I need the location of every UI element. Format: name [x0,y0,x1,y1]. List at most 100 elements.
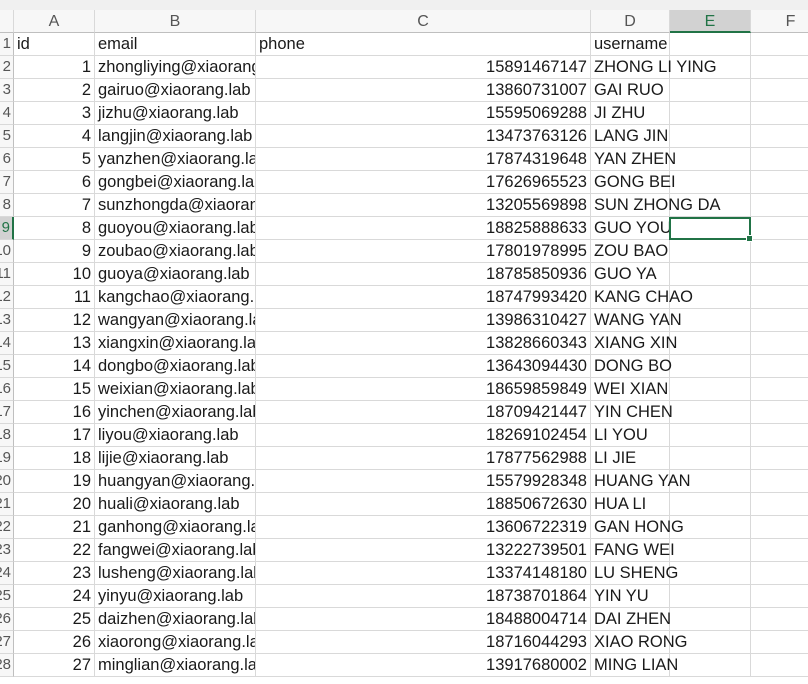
cell-email[interactable]: lusheng@xiaorang.lab [95,562,256,585]
cell-phone[interactable]: 13606722319 [256,516,591,539]
cell-username[interactable]: GAN HONG [591,516,684,539]
cell-username[interactable]: JI ZHU [591,102,670,125]
row-header[interactable]: 20 [0,470,14,493]
cell-id[interactable]: 18 [14,447,95,470]
column-header-e[interactable]: E [670,10,751,33]
cell-empty[interactable] [751,355,808,378]
cell-email[interactable]: zhongliying@xiaorang.lab [95,56,256,79]
cell-email[interactable]: gongbei@xiaorang.lab [95,171,256,194]
cell-id[interactable]: 26 [14,631,95,654]
row-header[interactable]: 4 [0,102,14,125]
cell-phone[interactable]: 13917680002 [256,654,591,677]
cell-empty[interactable] [751,79,808,102]
cell-empty[interactable] [670,240,751,263]
cell-email[interactable]: ganhong@xiaorang.lab [95,516,256,539]
cell-empty[interactable] [751,378,808,401]
cell-empty[interactable] [670,539,751,562]
cell-phone[interactable]: 17801978995 [256,240,591,263]
cell-phone[interactable]: 15595069288 [256,102,591,125]
cell-phone[interactable]: 15891467147 [256,56,591,79]
cell-email[interactable]: minglian@xiaorang.lab [95,654,256,677]
cell-phone[interactable]: 18659859849 [256,378,591,401]
row-header[interactable]: 15 [0,355,14,378]
cell-empty[interactable] [670,309,751,332]
cell-empty[interactable] [751,424,808,447]
cell-empty[interactable] [751,608,808,631]
cell-email[interactable]: xiaorong@xiaorang.lab [95,631,256,654]
row-header[interactable]: 28 [0,654,14,677]
cell-empty[interactable] [751,401,808,424]
cell-username[interactable]: LANG JIN [591,125,670,148]
cell-username[interactable]: KANG CHAO [591,286,693,309]
cell-id[interactable]: 6 [14,171,95,194]
cell-empty[interactable] [751,171,808,194]
cell-empty[interactable] [670,125,751,148]
cell-empty[interactable] [670,378,751,401]
cell-empty[interactable] [670,102,751,125]
row-header[interactable]: 1 [0,33,14,56]
cell-phone[interactable]: 13205569898 [256,194,591,217]
cell-empty[interactable] [670,263,751,286]
cell-username[interactable]: GAI RUO [591,79,670,102]
row-header[interactable]: 18 [0,424,14,447]
cell-id[interactable]: 25 [14,608,95,631]
cell-id[interactable]: 13 [14,332,95,355]
cell-username[interactable]: YAN ZHEN [591,148,676,171]
cell-username[interactable]: ZHONG LI YING [591,56,717,79]
cell-id[interactable]: 11 [14,286,95,309]
column-header-c[interactable]: C [256,10,591,33]
cell-empty[interactable] [751,516,808,539]
cell-empty[interactable] [670,332,751,355]
cell-id[interactable]: 12 [14,309,95,332]
cell-phone[interactable]: 18716044293 [256,631,591,654]
cell-username[interactable]: LI JIE [591,447,670,470]
cell-email[interactable]: zoubao@xiaorang.lab [95,240,256,263]
cell-e-header[interactable] [670,33,751,56]
cell-empty[interactable] [670,424,751,447]
cell-empty[interactable] [670,355,751,378]
cell-username[interactable]: HUA LI [591,493,670,516]
cell-username[interactable]: LI YOU [591,424,670,447]
cell-id-header[interactable]: id [14,33,95,56]
cell-username[interactable]: LU SHENG [591,562,678,585]
cell-empty[interactable] [751,194,808,217]
row-header[interactable]: 10 [0,240,14,263]
cell-email[interactable]: guoya@xiaorang.lab [95,263,256,286]
cell-phone[interactable]: 13860731007 [256,79,591,102]
cell-phone[interactable]: 18850672630 [256,493,591,516]
cell-empty[interactable] [751,447,808,470]
cell-id[interactable]: 22 [14,539,95,562]
row-header[interactable]: 17 [0,401,14,424]
cell-id[interactable]: 16 [14,401,95,424]
row-header[interactable]: 25 [0,585,14,608]
cell-phone[interactable]: 15579928348 [256,470,591,493]
cell-id[interactable]: 14 [14,355,95,378]
cell-id[interactable]: 23 [14,562,95,585]
row-header[interactable]: 12 [0,286,14,309]
cell-username[interactable]: DAI ZHEN [591,608,671,631]
cell-id[interactable]: 21 [14,516,95,539]
column-header-f[interactable]: F [751,10,808,33]
cell-username[interactable]: GUO YOU [591,217,672,240]
cell-username[interactable]: GONG BEI [591,171,676,194]
cell-phone[interactable]: 13643094430 [256,355,591,378]
cell-phone[interactable]: 18488004714 [256,608,591,631]
row-header[interactable]: 19 [0,447,14,470]
row-header[interactable]: 8 [0,194,14,217]
cell-empty[interactable] [751,263,808,286]
active-cell-cursor[interactable] [669,217,753,242]
cell-empty[interactable] [670,585,751,608]
cell-empty[interactable] [751,562,808,585]
cell-email[interactable]: lijie@xiaorang.lab [95,447,256,470]
cell-id[interactable]: 4 [14,125,95,148]
cell-email[interactable]: huangyan@xiaorang.lab [95,470,256,493]
cell-email[interactable]: guoyou@xiaorang.lab [95,217,256,240]
cell-empty[interactable] [751,585,808,608]
cell-username[interactable]: WEI XIAN [591,378,670,401]
cell-id[interactable]: 24 [14,585,95,608]
cell-phone[interactable]: 17877562988 [256,447,591,470]
cell-empty[interactable] [751,125,808,148]
cell-empty[interactable] [670,171,751,194]
row-header[interactable]: 21 [0,493,14,516]
cell-email-header[interactable]: email [95,33,256,56]
